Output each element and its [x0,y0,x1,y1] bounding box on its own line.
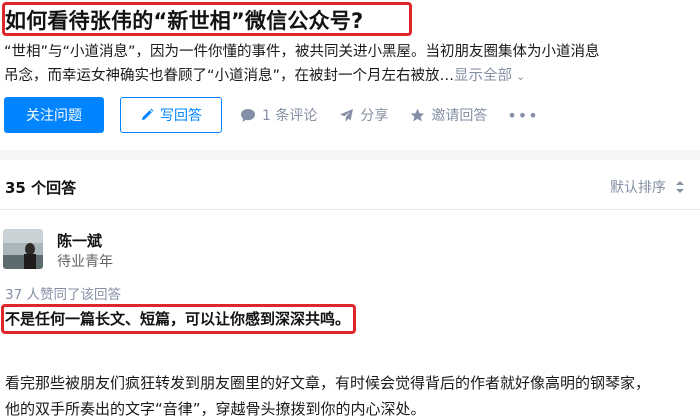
sort-dropdown[interactable]: 默认排序 [610,177,686,197]
comment-bubble-icon [241,108,255,122]
answer-body-line: 看完那些被朋友们疯狂转发到朋友圈里的好文章，有时候会觉得背后的作者就好像高明的钢… [5,374,651,392]
author-headline: 待业青年 [57,254,113,270]
chevron-down-icon: ⌄ [516,70,526,83]
vote-count: 37 人赞同了该回答 [5,287,121,303]
avatar-image [3,229,43,269]
share-label: 分享 [360,108,389,124]
invite-answer-button[interactable]: 邀请回答 [410,105,487,125]
question-actions: 关注问题 写回答 1 条评论 分享 邀请回答 ••• [4,97,539,133]
answer-highlight-sentence: 不是任何一篇长文、短篇，可以让你感到深深共鸣。 [5,310,351,328]
star-icon [411,108,425,121]
question-detail-line: 吊念，而幸运女神确实也眷顾了“小道消息”，在被封一个月左右被放…显示全部 ⌄ [4,64,696,89]
question-header: 如何看待张伟的“新世相”微信公众号? “世相”与“小道消息”，因为一件你懂的事件… [0,0,700,150]
more-actions-button[interactable]: ••• [507,106,538,125]
write-answer-button[interactable]: 写回答 [120,97,222,133]
question-detail: “世相”与“小道消息”，因为一件你懂的事件，被共同关进小黑屋。当初朋友圈集体为小… [4,40,696,89]
sort-label: 默认排序 [610,180,666,196]
answer-body: 看完那些被朋友们疯狂转发到朋友圈里的好文章，有时候会觉得背后的作者就好像高明的钢… [5,370,697,419]
share-button[interactable]: 分享 [339,105,388,125]
answer-list-header: 35 个回答 默认排序 [0,160,700,210]
section-divider [0,150,700,160]
answer-count: 35 个回答 [5,179,77,197]
author-avatar[interactable] [3,229,43,269]
show-all-label: 显示全部 [454,68,513,84]
paper-plane-icon [340,108,354,122]
question-detail-text: 吊念，而幸运女神确实也眷顾了“小道消息”，在被封一个月左右被放… [4,68,455,84]
comments-button[interactable]: 1 条评论 [240,105,317,125]
question-detail-line: “世相”与“小道消息”，因为一件你懂的事件，被共同关进小黑屋。当初朋友圈集体为小… [4,44,600,60]
author-name[interactable]: 陈一斌 [57,230,102,251]
invite-label: 邀请回答 [431,108,488,124]
pencil-icon [142,108,154,120]
follow-question-button[interactable]: 关注问题 [4,97,104,133]
write-answer-label: 写回答 [160,108,202,124]
question-title: 如何看待张伟的“新世相”微信公众号? [5,9,364,33]
answer-body-line: 他的双手所奏出的文字“音律”，穿越骨头撩拨到你的内心深处。 [5,400,426,418]
sort-arrows-icon [676,181,684,193]
show-all-link[interactable]: 显示全部 ⌄ [454,68,525,84]
comments-label: 1 条评论 [262,108,318,124]
